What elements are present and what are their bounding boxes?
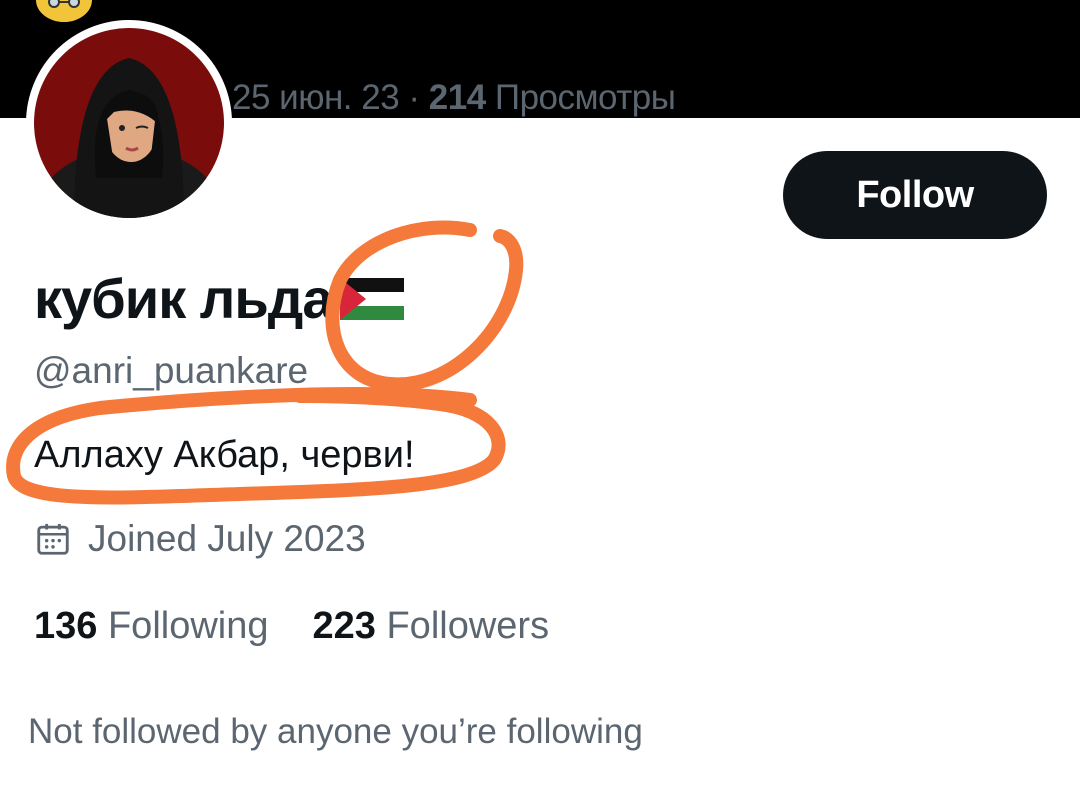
- mutual-followers-note: Not followed by anyone you’re following: [28, 712, 643, 751]
- avatar-image: [34, 28, 224, 218]
- user-handle: @anri_puankare: [34, 350, 309, 391]
- following-link[interactable]: 136 Following: [34, 605, 269, 648]
- followers-count: 223: [312, 605, 376, 647]
- views-label: Просмотры: [485, 78, 676, 117]
- following-label: Following: [107, 605, 269, 647]
- user-bio: Аллаху Акбар, черви!: [34, 434, 415, 476]
- display-name: кубик льда: [34, 266, 408, 331]
- palestine-flag-icon: [340, 277, 405, 320]
- following-count: 136: [34, 605, 98, 647]
- calendar-icon: [37, 523, 69, 555]
- tweet-timestamp-views: 25 июн. 23 · 214 Просмотры: [232, 78, 675, 118]
- tweet-date: 25 июн. 23: [232, 78, 400, 117]
- joined-date: Joined July 2023: [34, 518, 366, 560]
- followers-link[interactable]: 223 Followers: [313, 605, 550, 648]
- joined-text: Joined July 2023: [88, 518, 366, 559]
- profile-screen: 25 июн. 23 · 214 Просмотры Follow кубик …: [0, 0, 1080, 808]
- follow-button[interactable]: Follow: [783, 151, 1047, 239]
- disguised-face-emoji-icon: [36, 0, 92, 22]
- display-name-text: кубик льда: [34, 267, 333, 330]
- avatar[interactable]: [26, 20, 232, 226]
- follow-stats: 136 Following 223 Followers: [34, 605, 593, 648]
- views-count: 214: [428, 78, 486, 117]
- followers-label: Followers: [386, 605, 550, 647]
- meta-separator: ·: [399, 78, 429, 117]
